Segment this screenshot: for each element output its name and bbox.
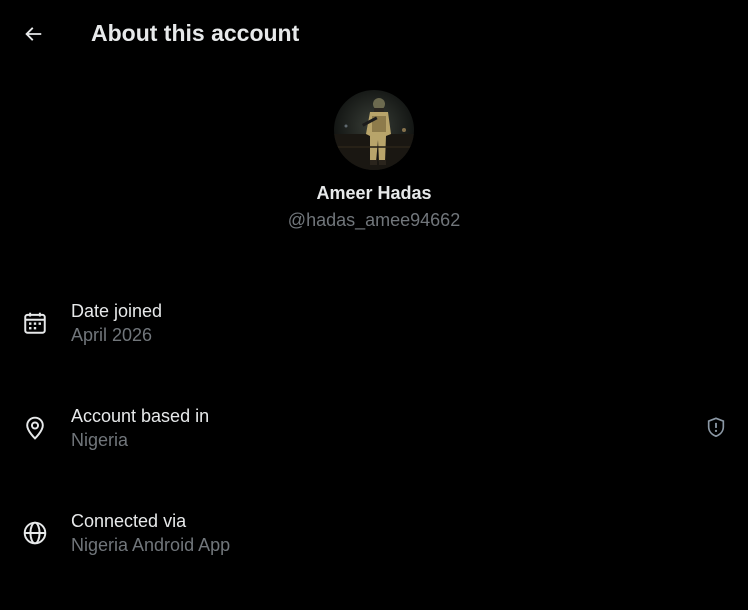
shield-alert-icon <box>707 417 725 438</box>
row-value: Nigeria Android App <box>71 535 231 555</box>
arrow-left-icon <box>25 27 42 41</box>
avatar-image <box>334 90 414 170</box>
calendar-icon <box>22 310 48 336</box>
info-row-date-joined: Date joined April 2026 <box>0 290 748 370</box>
profile-summary: Ameer Hadas @hadas_amee94662 <box>0 90 748 232</box>
globe-icon <box>22 520 48 546</box>
row-label: Connected via <box>71 511 187 531</box>
row-label: Account based in <box>71 406 210 426</box>
back-button[interactable] <box>14 15 52 53</box>
row-label: Date joined <box>71 301 163 321</box>
top-bar: About this account <box>0 0 748 66</box>
avatar[interactable] <box>334 90 414 170</box>
row-value: April 2026 <box>71 325 153 345</box>
shield-info-button[interactable] <box>700 411 732 443</box>
row-value: Nigeria <box>71 430 129 450</box>
username-handle: @hadas_amee94662 <box>287 210 461 230</box>
page-title: About this account <box>91 20 300 46</box>
location-pin-icon <box>22 415 48 441</box>
info-row-connected-via: Connected via Nigeria Android App <box>0 500 748 580</box>
info-row-account-based-in: Account based in Nigeria <box>0 395 748 475</box>
display-name: Ameer Hadas <box>316 183 432 203</box>
